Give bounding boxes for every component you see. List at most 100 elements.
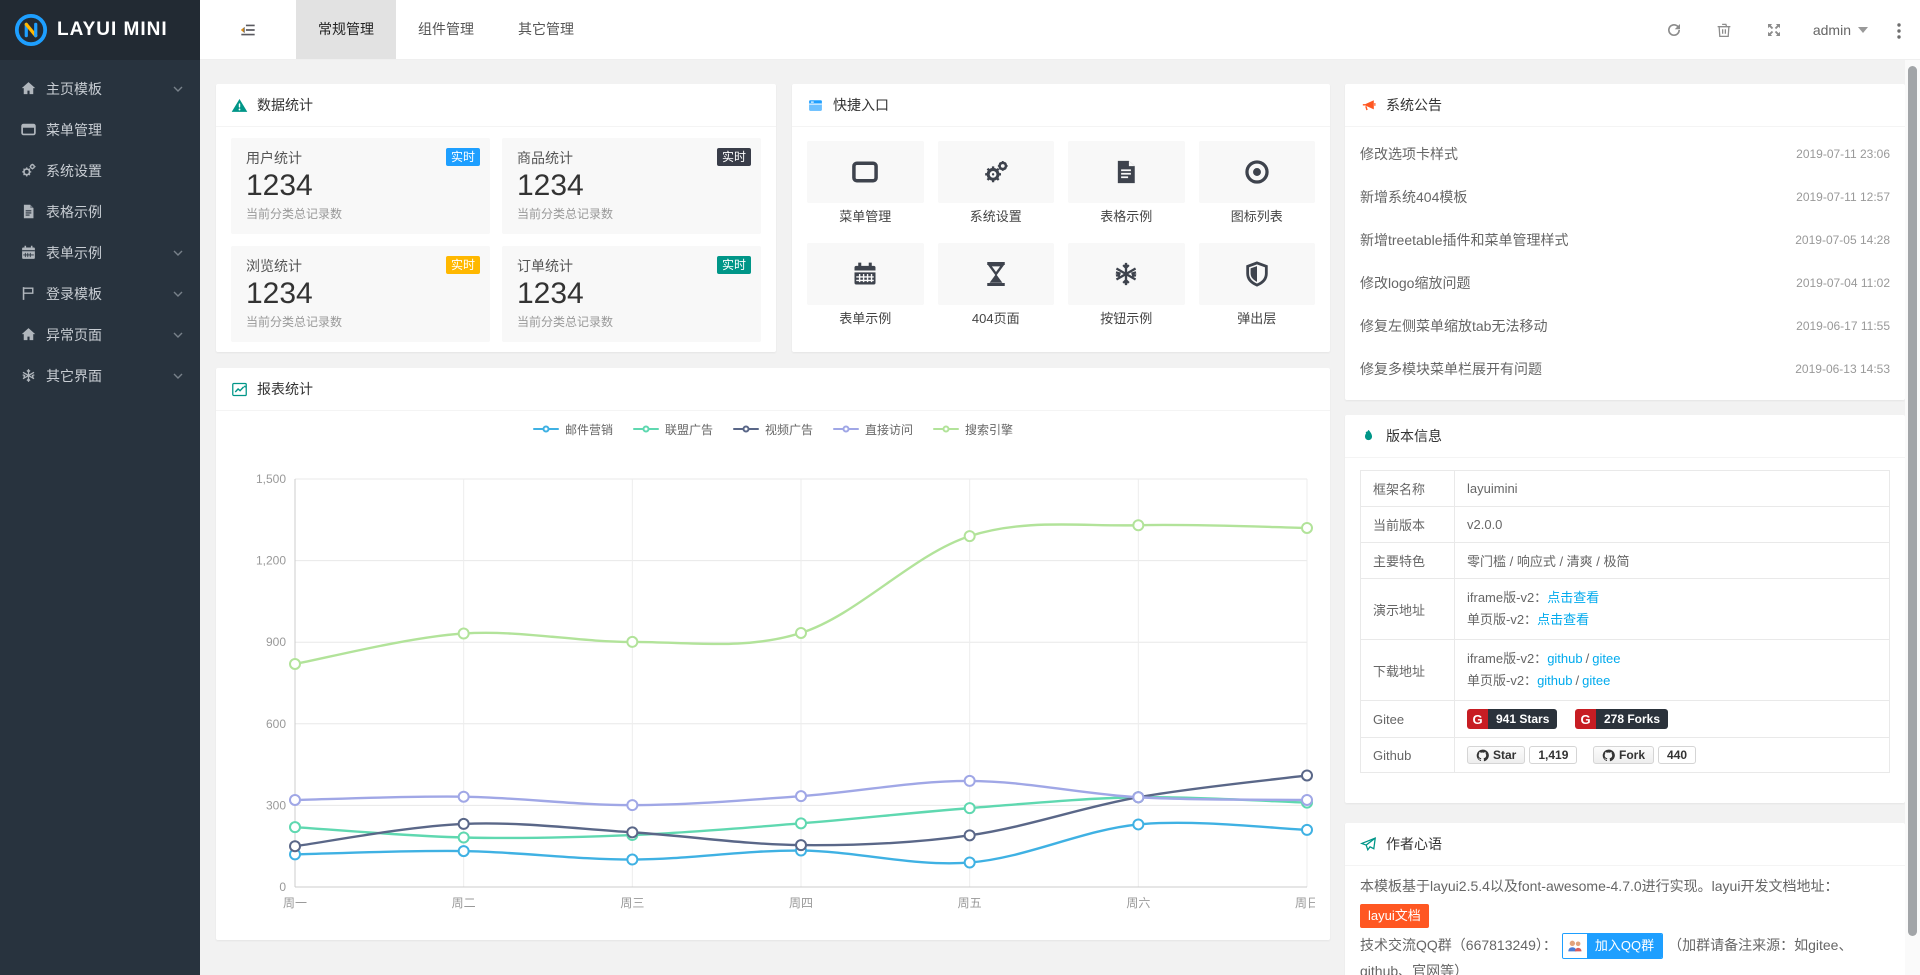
layui-doc-badge[interactable]: layui文档 bbox=[1360, 904, 1429, 928]
warning-triangle-icon bbox=[231, 97, 248, 114]
octocat-icon bbox=[1602, 749, 1615, 762]
more-menu-icon[interactable] bbox=[1892, 21, 1906, 39]
legend-marker-icon bbox=[733, 423, 759, 435]
quick-entry-header: 快捷入口 bbox=[792, 84, 1330, 127]
legend-label: 直接访问 bbox=[865, 421, 913, 438]
quick-system-settings[interactable]: 系统设置 bbox=[938, 141, 1055, 231]
version-row-value: iframe版-v2：github/gitee 单页版-v2：github/gi… bbox=[1455, 640, 1890, 701]
legend-item[interactable]: 联盟广告 bbox=[633, 421, 713, 438]
sidebar-item-form-demo[interactable]: 表单示例 bbox=[0, 232, 200, 273]
github-star-count[interactable]: 1,419 bbox=[1529, 746, 1577, 764]
quick-table-demo[interactable]: 表格示例 bbox=[1068, 141, 1185, 231]
quick-popup-layer[interactable]: 弹出层 bbox=[1199, 243, 1316, 333]
card-title: 系统公告 bbox=[1386, 95, 1442, 115]
clear-cache-icon[interactable] bbox=[1715, 21, 1733, 39]
report-header: 报表统计 bbox=[216, 368, 1330, 411]
stat-user: 用户统计 1234 当前分类总记录数 实时 bbox=[231, 138, 490, 234]
version-table: 框架名称 layuimini 当前版本 v2.0.0 主要特色 零门槛 / 响应… bbox=[1360, 470, 1890, 773]
announcement-item[interactable]: 新增treetable插件和菜单管理样式 2019-07-05 14:28 bbox=[1360, 218, 1890, 261]
stat-label: 商品统计 bbox=[517, 148, 746, 168]
username: admin bbox=[1813, 22, 1851, 38]
tab-other-manage[interactable]: 其它管理 bbox=[496, 0, 596, 59]
github-fork-button[interactable]: Fork bbox=[1593, 746, 1654, 764]
sidebar-item-error-pages[interactable]: 异常页面 bbox=[0, 314, 200, 355]
sidebar-item-login-template[interactable]: 登录模板 bbox=[0, 273, 200, 314]
quick-404-page[interactable]: 404页面 bbox=[938, 243, 1055, 333]
file-text-icon bbox=[20, 203, 37, 220]
stat-desc: 当前分类总记录数 bbox=[246, 204, 475, 224]
svg-text:1,200: 1,200 bbox=[256, 554, 286, 568]
download-gitee-link[interactable]: gitee bbox=[1582, 673, 1610, 688]
refresh-icon[interactable] bbox=[1665, 21, 1683, 39]
gitee-stars-badge[interactable]: G941 Stars bbox=[1467, 709, 1557, 729]
user-menu[interactable]: admin bbox=[1813, 22, 1868, 38]
sidebar-item-home-template[interactable]: 主页模板 bbox=[0, 68, 200, 109]
legend-item[interactable]: 邮件营销 bbox=[533, 421, 613, 438]
legend-marker-icon bbox=[633, 423, 659, 435]
quick-grid: 菜单管理 系统设置 表格示例 图标列表 表单示例 404页面 bbox=[792, 127, 1330, 347]
card-title: 快捷入口 bbox=[833, 95, 889, 115]
legend-item[interactable]: 搜索引擎 bbox=[933, 421, 1013, 438]
join-qq-group-badge[interactable]: 加入QQ群 bbox=[1562, 933, 1663, 959]
quick-button-demo[interactable]: 按钮示例 bbox=[1068, 243, 1185, 333]
stat-value: 1234 bbox=[246, 168, 475, 204]
calendar-icon bbox=[851, 260, 879, 288]
scrollbar-thumb[interactable] bbox=[1908, 66, 1917, 936]
megaphone-icon bbox=[1360, 97, 1377, 114]
demo-spa-link[interactable]: 点击查看 bbox=[1537, 612, 1589, 627]
author-body: 本模板基于layui2.5.4以及font-awesome-4.7.0进行实现。… bbox=[1345, 866, 1905, 975]
quick-icon-list[interactable]: 图标列表 bbox=[1199, 141, 1316, 231]
file-text-icon bbox=[1112, 158, 1140, 186]
menu-fold-icon bbox=[238, 20, 258, 40]
quick-form-demo[interactable]: 表单示例 bbox=[807, 243, 924, 333]
tab-component-manage[interactable]: 组件管理 bbox=[396, 0, 496, 59]
sidebar-item-table-demo[interactable]: 表格示例 bbox=[0, 191, 200, 232]
download-github-link[interactable]: github bbox=[1537, 673, 1572, 688]
window-icon bbox=[851, 158, 879, 186]
download-github-link[interactable]: github bbox=[1547, 651, 1582, 666]
stat-value: 1234 bbox=[246, 276, 475, 312]
card-title: 数据统计 bbox=[257, 95, 313, 115]
chevron-down-icon bbox=[172, 288, 184, 300]
fullscreen-icon[interactable] bbox=[1765, 21, 1783, 39]
version-row-label: 框架名称 bbox=[1361, 471, 1455, 507]
sidebar-item-other-ui[interactable]: 其它界面 bbox=[0, 355, 200, 396]
flag-icon bbox=[20, 285, 37, 302]
announcement-item[interactable]: 新增系统404模板 2019-07-11 12:57 bbox=[1360, 175, 1890, 218]
github-fork-count[interactable]: 440 bbox=[1658, 746, 1696, 764]
announcement-item[interactable]: 修复左侧菜单缩放tab无法移动 2019-06-17 11:55 bbox=[1360, 304, 1890, 347]
announcement-list: 修改选项卡样式 2019-07-11 23:06 新增系统404模板 2019-… bbox=[1345, 127, 1905, 390]
svg-text:300: 300 bbox=[266, 798, 286, 812]
announcement-item[interactable]: 修改选项卡样式 2019-07-11 23:06 bbox=[1360, 132, 1890, 175]
download-gitee-link[interactable]: gitee bbox=[1592, 651, 1620, 666]
sidebar-item-system-settings[interactable]: 系统设置 bbox=[0, 150, 200, 191]
version-row-label: Gitee bbox=[1361, 701, 1455, 738]
legend-marker-icon bbox=[533, 423, 559, 435]
snowflake-icon bbox=[20, 367, 37, 384]
window-blue-icon bbox=[807, 97, 824, 114]
github-star-button[interactable]: Star bbox=[1467, 746, 1525, 764]
sidebar: LAYUI MINI 主页模板 菜单管理 系统设置 表格示例 表单示例 登录模板 bbox=[0, 0, 200, 975]
tab-general-manage[interactable]: 常规管理 bbox=[296, 0, 396, 59]
stats-grid: 用户统计 1234 当前分类总记录数 实时 商品统计 1234 当前分类总记录数… bbox=[216, 127, 776, 353]
stat-label: 订单统计 bbox=[517, 256, 746, 276]
status-badge: 实时 bbox=[717, 256, 751, 274]
snowflake-icon bbox=[1112, 260, 1140, 288]
legend-item[interactable]: 视频广告 bbox=[733, 421, 813, 438]
announcement-item[interactable]: 修复多模块菜单栏展开有问题 2019-06-13 14:53 bbox=[1360, 347, 1890, 390]
data-stats-header: 数据统计 bbox=[216, 84, 776, 127]
gitee-forks-badge[interactable]: G278 Forks bbox=[1575, 709, 1668, 729]
sidebar-toggle-button[interactable] bbox=[200, 0, 296, 59]
announcement-item[interactable]: 修改logo缩放问题 2019-07-04 11:02 bbox=[1360, 261, 1890, 304]
sidebar-item-menu-manage[interactable]: 菜单管理 bbox=[0, 109, 200, 150]
demo-iframe-link[interactable]: 点击查看 bbox=[1547, 590, 1599, 605]
legend-item[interactable]: 直接访问 bbox=[833, 421, 913, 438]
stat-orders: 订单统计 1234 当前分类总记录数 实时 bbox=[502, 246, 761, 342]
header-tabs: 常规管理 组件管理 其它管理 bbox=[296, 0, 596, 59]
version-row-label: 下载地址 bbox=[1361, 640, 1455, 701]
header-actions: admin bbox=[1649, 0, 1920, 59]
svg-text:1,500: 1,500 bbox=[256, 472, 286, 486]
home-icon bbox=[20, 326, 37, 343]
quick-menu-manage[interactable]: 菜单管理 bbox=[807, 141, 924, 231]
version-header: 版本信息 bbox=[1345, 415, 1905, 458]
